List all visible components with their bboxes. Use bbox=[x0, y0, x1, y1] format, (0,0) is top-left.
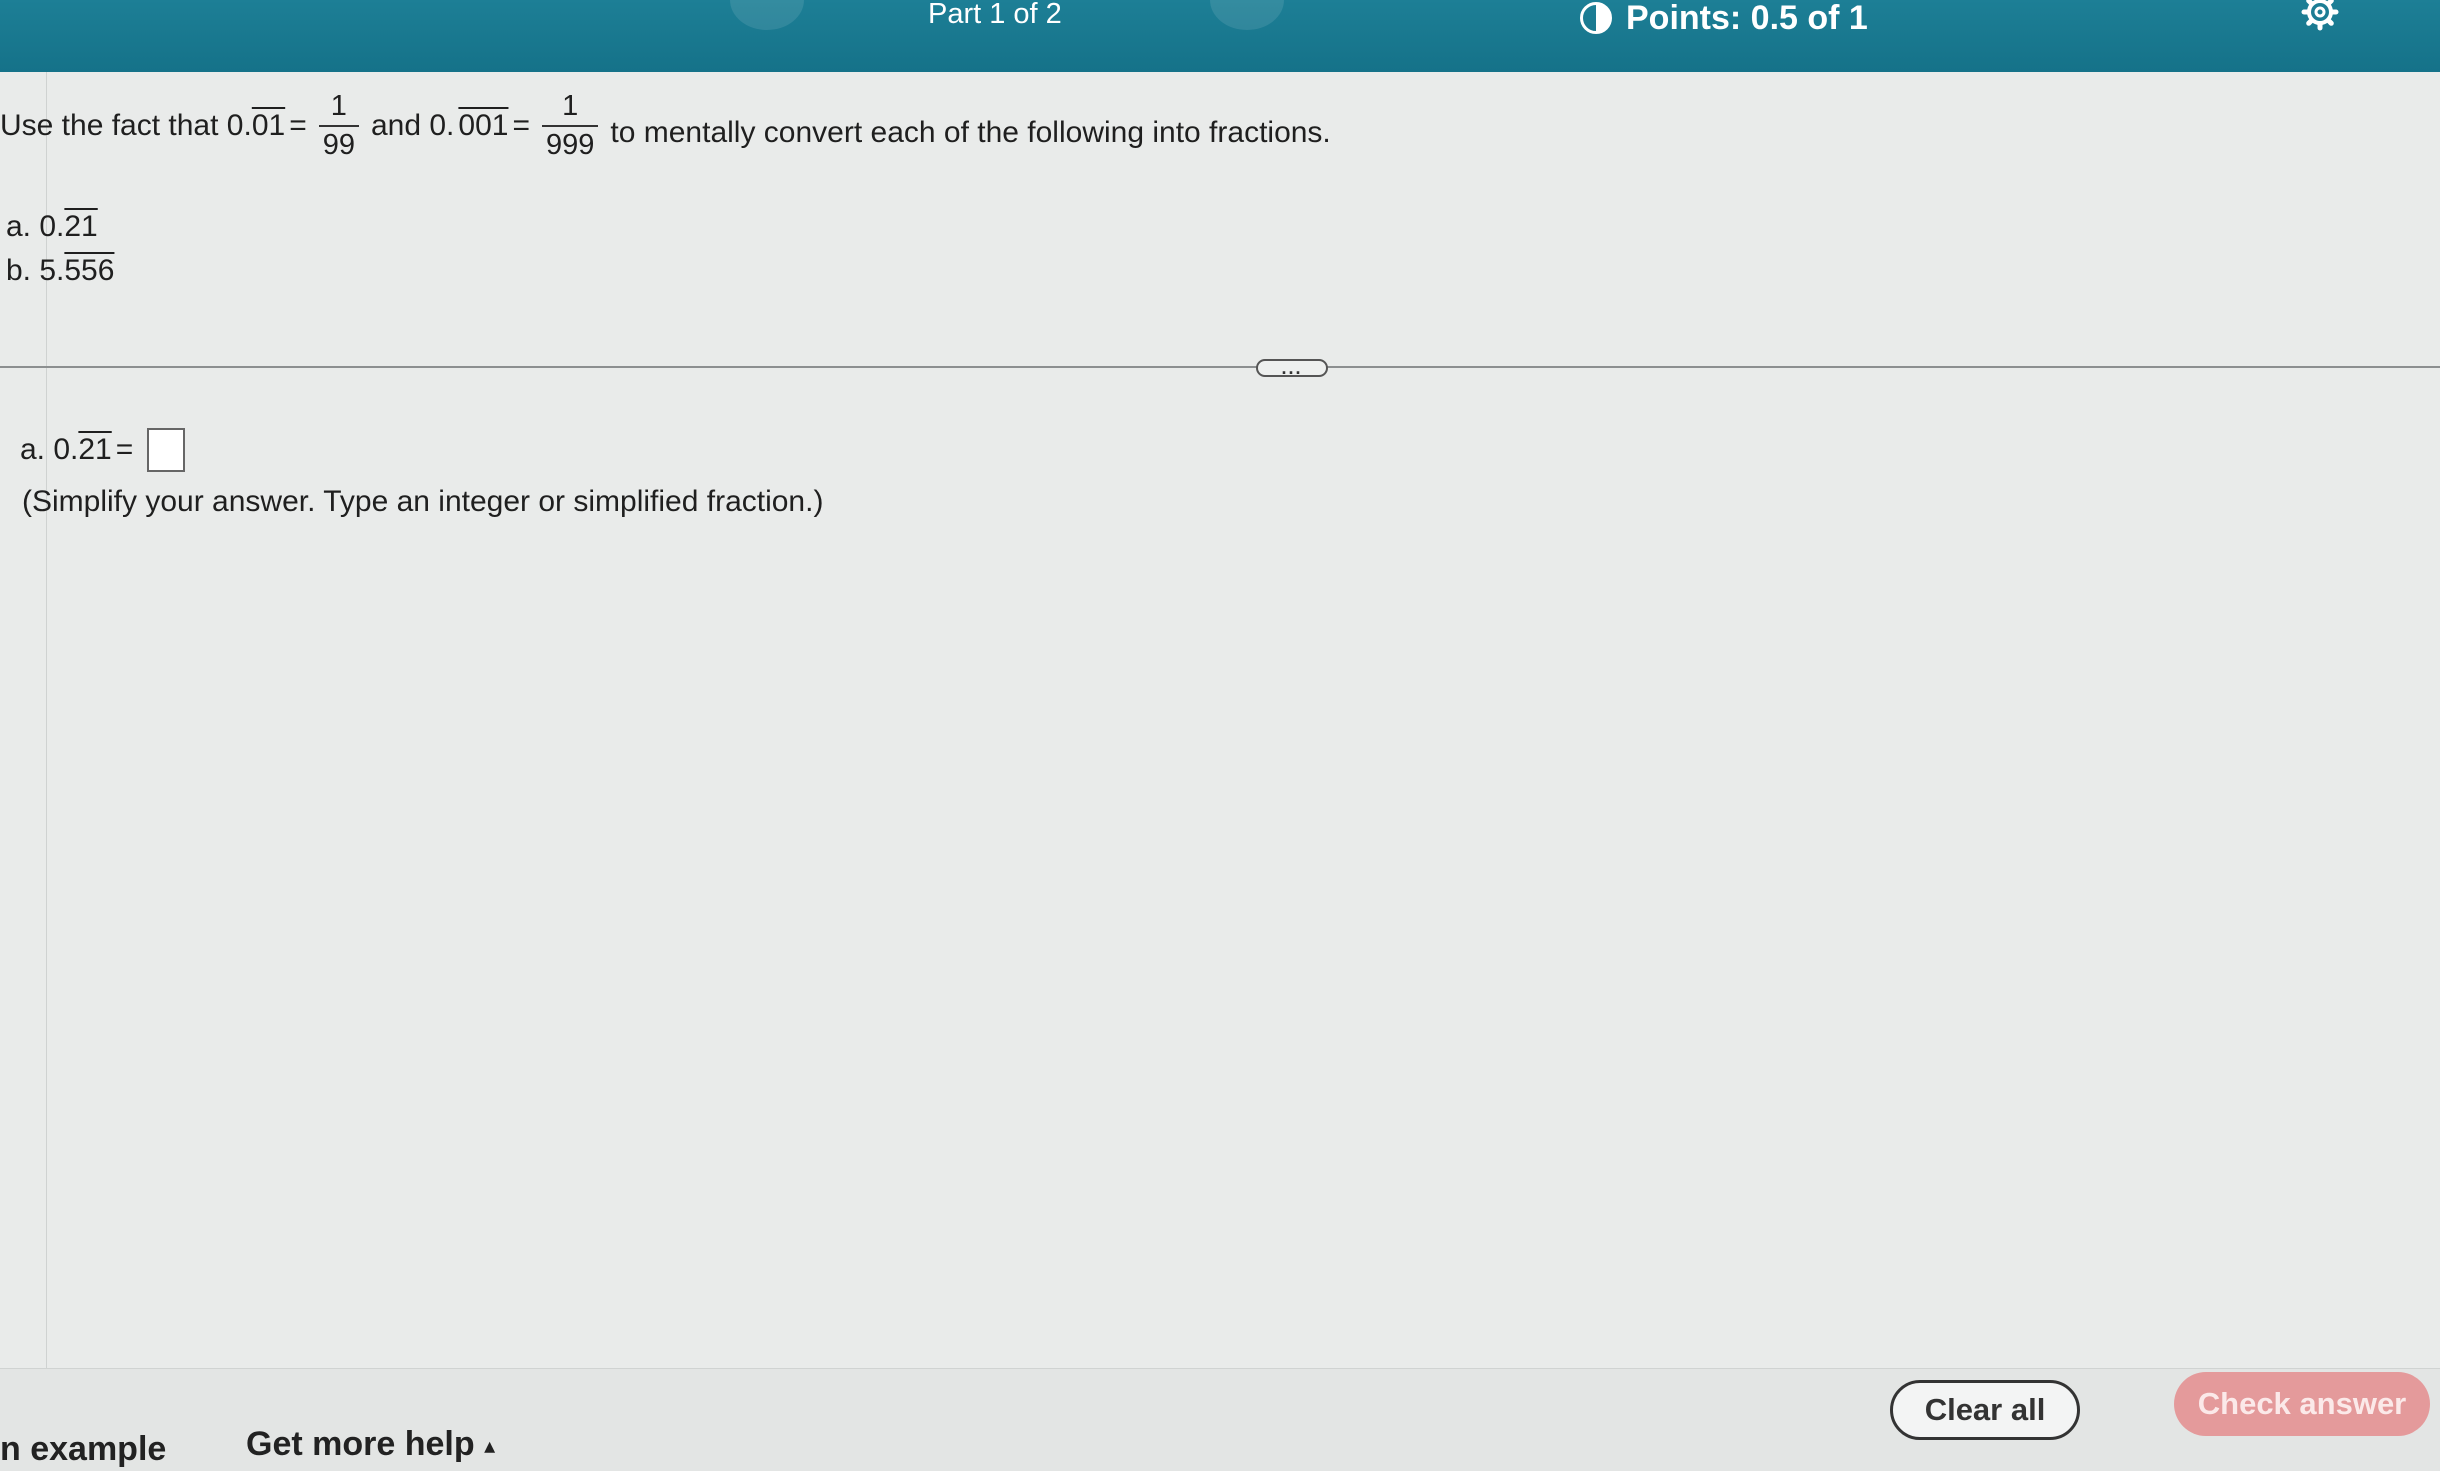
prev-part-button[interactable] bbox=[730, 0, 804, 30]
caret-up-icon: ▴ bbox=[484, 1433, 496, 1459]
list-item: b. 5.556 bbox=[6, 249, 114, 293]
fraction-numerator: 1 bbox=[562, 90, 579, 122]
section-divider bbox=[0, 366, 2440, 368]
repeating-01: 01 bbox=[251, 109, 286, 142]
fraction-1-over-99: 1 99 bbox=[318, 90, 359, 160]
answer-row: a. 0. 21 = bbox=[20, 428, 186, 472]
question-items: a. 0.21 b. 5.556 bbox=[6, 205, 114, 293]
part-indicator: Part 1 of 2 bbox=[928, 0, 1062, 30]
next-part-button[interactable] bbox=[1210, 0, 1284, 30]
repeating-001: 001 bbox=[458, 109, 509, 142]
points-label: Points: 0.5 of 1 bbox=[1626, 0, 1868, 37]
fraction-numerator: 1 bbox=[330, 90, 347, 122]
fraction-denominator: 99 bbox=[318, 125, 359, 160]
points-display: Points: 0.5 of 1 bbox=[1580, 0, 1868, 37]
view-example-link[interactable]: n example bbox=[0, 1430, 166, 1469]
and-text: and 0. bbox=[370, 109, 455, 142]
help-label: Get more help bbox=[246, 1425, 475, 1463]
fraction-1-over-999: 1 999 bbox=[542, 90, 599, 160]
item-a-repeating: 21 bbox=[64, 210, 98, 243]
clear-all-button[interactable]: Clear all bbox=[1890, 1380, 2080, 1440]
half-circle-icon bbox=[1580, 2, 1612, 34]
expand-more-button[interactable]: ... bbox=[1256, 359, 1328, 377]
item-b-repeating: 556 bbox=[64, 254, 115, 287]
check-answer-button[interactable]: Check answer bbox=[2174, 1372, 2430, 1436]
answer-label: a. 0. bbox=[20, 433, 79, 466]
gear-icon[interactable] bbox=[2300, 0, 2340, 32]
get-more-help-link[interactable]: Get more help ▴ bbox=[246, 1425, 495, 1464]
answer-instruction: (Simplify your answer. Type an integer o… bbox=[22, 485, 824, 518]
answer-input[interactable] bbox=[147, 428, 186, 472]
top-bar: Part 1 of 2 Points: 0.5 of 1 bbox=[0, 0, 2440, 72]
list-item: a. 0.21 bbox=[6, 205, 114, 249]
answer-repeating: 21 bbox=[78, 433, 112, 466]
question-stem: Use the fact that 0. 01 = 1 99 and 0. 001 … bbox=[0, 92, 1335, 160]
stem-prefix: Use the fact that 0. bbox=[0, 109, 252, 142]
equals-sign-2: = bbox=[512, 109, 530, 142]
equals-sign-1: = bbox=[289, 109, 307, 142]
item-b-label: b. 5. bbox=[6, 254, 65, 287]
fraction-denominator: 999 bbox=[542, 125, 599, 160]
answer-equals: = bbox=[115, 433, 134, 466]
item-a-label: a. 0. bbox=[6, 210, 65, 243]
stem-suffix: to mentally convert each of the followin… bbox=[610, 116, 1331, 149]
